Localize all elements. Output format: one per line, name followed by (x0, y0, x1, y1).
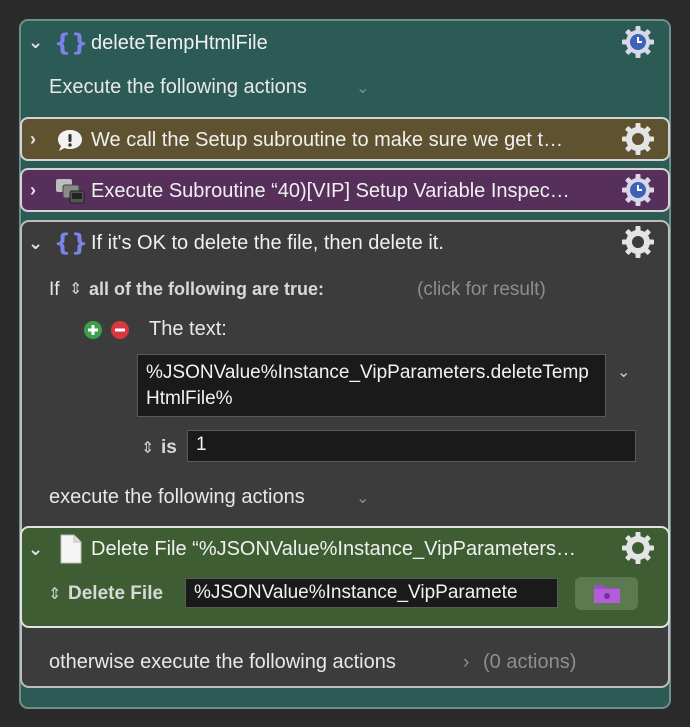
compare-value-field[interactable]: 1 (187, 430, 636, 462)
braces-icon: {} (54, 228, 88, 258)
folder-icon (594, 585, 620, 603)
file-path-field[interactable]: %JSONValue%Instance_VipParamete (185, 578, 558, 608)
text-condition-label: The text: (149, 318, 227, 340)
condition-collapse-chevron[interactable]: ⌄ (28, 233, 43, 254)
choose-file-button[interactable] (575, 577, 638, 610)
otherwise-label: otherwise execute the following actions (49, 651, 396, 673)
execute-mode-chevron[interactable]: ⌄ (356, 78, 369, 98)
clock-gear-icon[interactable] (621, 25, 655, 59)
comment-title: We call the Setup subroutine to make sur… (91, 129, 564, 151)
subroutine-icon (54, 176, 86, 206)
document-icon (59, 534, 83, 564)
otherwise-count: (0 actions) (483, 651, 577, 673)
gear-icon[interactable] (621, 122, 655, 156)
expand-chevron[interactable]: › (30, 180, 36, 201)
subroutine-title: Execute Subroutine “40)[VIP] Setup Varia… (91, 180, 570, 202)
group-title[interactable]: deleteTempHtmlFile (91, 32, 268, 55)
group-collapse-chevron[interactable]: ⌄ (28, 32, 43, 53)
up-down-arrows-icon[interactable]: ⇕ (69, 279, 82, 299)
add-condition-icon[interactable] (83, 320, 103, 340)
gear-icon[interactable] (621, 225, 655, 259)
condition-title[interactable]: If it's OK to delete the file, then dele… (91, 232, 444, 255)
click-for-result[interactable]: (click for result) (417, 279, 546, 301)
text-token-chevron-icon[interactable]: ⌄ (617, 362, 630, 382)
then-mode-chevron[interactable]: ⌄ (356, 488, 369, 508)
gear-icon[interactable] (621, 531, 655, 565)
condition-match-select[interactable]: all of the following are true: (89, 279, 324, 300)
up-down-arrows-icon[interactable]: ⇕ (48, 584, 61, 604)
otherwise-expand-chevron[interactable]: › (463, 652, 469, 674)
then-actions-label: execute the following actions (49, 486, 305, 508)
delete-mode-select[interactable]: Delete File (68, 583, 163, 605)
braces-icon: {} (54, 28, 88, 58)
comment-icon (56, 127, 84, 155)
condition-text-field[interactable]: %JSONValue%Instance_VipParameters.delete… (137, 354, 606, 417)
clock-gear-icon[interactable] (621, 173, 655, 207)
svg-text:{}: {} (56, 229, 86, 257)
delete-collapse-chevron[interactable]: ⌄ (28, 539, 43, 560)
if-label: If (49, 279, 60, 300)
operator-select[interactable]: is (161, 437, 177, 459)
remove-condition-icon[interactable] (110, 320, 130, 340)
up-down-arrows-icon[interactable]: ⇕ (141, 438, 154, 458)
svg-text:{}: {} (56, 29, 86, 57)
delete-file-title[interactable]: Delete File “%JSONValue%Instance_VipPara… (91, 538, 616, 561)
execute-actions-label: Execute the following actions (49, 76, 307, 98)
expand-chevron[interactable]: › (30, 129, 36, 150)
